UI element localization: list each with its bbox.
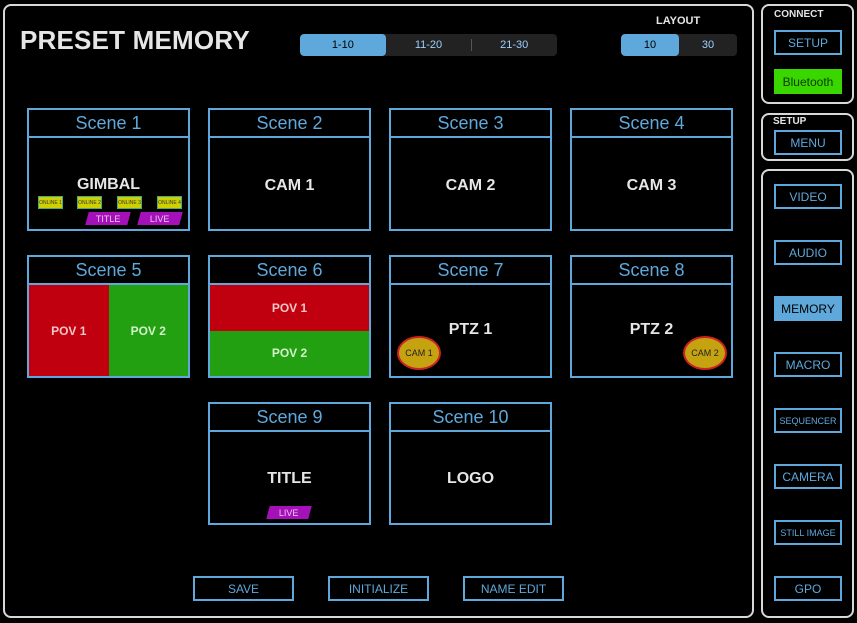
- scene-title: Scene 8: [572, 257, 731, 285]
- scene-body: CAM 2: [391, 138, 550, 229]
- tab-21-30[interactable]: 21-30: [471, 34, 557, 56]
- save-button[interactable]: SAVE: [193, 576, 294, 601]
- scene-body: POV 1 POV 2: [29, 285, 188, 376]
- scene-label: CAM 2: [445, 177, 496, 194]
- scene-title: Scene 6: [210, 257, 369, 285]
- scene-tile-9[interactable]: Scene 9 TITLE LIVE: [208, 402, 371, 525]
- online-badge-3: ONLINE 3: [117, 196, 142, 209]
- scene-title: Scene 7: [391, 257, 550, 285]
- tab-1-10[interactable]: 1-10: [300, 34, 386, 56]
- scene-tile-6[interactable]: Scene 6 POV 1 POV 2: [208, 255, 371, 378]
- nav-camera[interactable]: CAMERA: [774, 464, 842, 489]
- scene-label: CAM 3: [626, 177, 677, 194]
- nav-sequencer[interactable]: SEQUENCER: [774, 408, 842, 433]
- scene-title: Scene 3: [391, 110, 550, 138]
- tab-11-20[interactable]: 11-20: [386, 34, 472, 56]
- layout-tabs: 10 30: [621, 34, 737, 56]
- nav-gpo[interactable]: GPO: [774, 576, 842, 601]
- online-badge-4: ONLINE 4: [157, 196, 182, 209]
- layout-tab-10[interactable]: 10: [621, 34, 679, 56]
- layout-tab-30[interactable]: 30: [679, 34, 737, 56]
- scene-tile-3[interactable]: Scene 3 CAM 2: [389, 108, 552, 231]
- scene-tile-2[interactable]: Scene 2 CAM 1: [208, 108, 371, 231]
- scene-title: Scene 5: [29, 257, 188, 285]
- cam-badge: CAM 1: [397, 336, 441, 370]
- nav-still-image[interactable]: STILL IMAGE: [774, 520, 842, 545]
- scene-tile-5[interactable]: Scene 5 POV 1 POV 2: [27, 255, 190, 378]
- page-title: PRESET MEMORY: [20, 25, 250, 55]
- nav-panel: [761, 169, 854, 618]
- initialize-button[interactable]: INITIALIZE: [328, 576, 429, 601]
- scene-title: Scene 10: [391, 404, 550, 432]
- live-tag: LIVE: [266, 506, 312, 519]
- setup-label: SETUP: [773, 116, 807, 127]
- nav-memory[interactable]: MEMORY: [774, 296, 842, 321]
- scene-body: PTZ 1 CAM 1: [391, 285, 550, 376]
- pov-bottom: POV 2: [210, 330, 369, 376]
- scene-body: CAM 3: [572, 138, 731, 229]
- scene-label: GIMBAL: [76, 176, 141, 193]
- setup-button[interactable]: SETUP: [774, 30, 842, 55]
- live-tag: LIVE: [137, 212, 183, 225]
- scene-tile-4[interactable]: Scene 4 CAM 3: [570, 108, 733, 231]
- nav-macro[interactable]: MACRO: [774, 352, 842, 377]
- scene-title: Scene 1: [29, 110, 188, 138]
- split-horizontal: POV 1 POV 2: [29, 285, 188, 376]
- scene-body: LOGO: [391, 432, 550, 523]
- split-vertical: POV 1 POV 2: [210, 285, 369, 376]
- nav-audio[interactable]: AUDIO: [774, 240, 842, 265]
- scene-body: PTZ 2 CAM 2: [572, 285, 731, 376]
- scene-label: TITLE: [267, 470, 312, 487]
- bluetooth-button[interactable]: Bluetooth: [774, 69, 842, 94]
- scene-label: LOGO: [446, 470, 495, 487]
- scene-title: Scene 9: [210, 404, 369, 432]
- scene-tile-7[interactable]: Scene 7 PTZ 1 CAM 1: [389, 255, 552, 378]
- scene-title: Scene 2: [210, 110, 369, 138]
- scene-title: Scene 4: [572, 110, 731, 138]
- cam-badge: CAM 2: [683, 336, 727, 370]
- scene-label: CAM 1: [264, 177, 315, 194]
- pov-right: POV 2: [108, 285, 188, 376]
- page-range-tabs: 1-10 11-20 21-30: [300, 34, 557, 56]
- pov-top: POV 1: [210, 285, 369, 331]
- name-edit-button[interactable]: NAME EDIT: [463, 576, 564, 601]
- online-badge-1: ONLINE 1: [38, 196, 63, 209]
- online-badge-2: ONLINE 2: [77, 196, 102, 209]
- scene-tile-1[interactable]: Scene 1 GIMBAL ONLINE 1 ONLINE 2 ONLINE …: [27, 108, 190, 231]
- menu-button[interactable]: MENU: [774, 130, 842, 155]
- scene-tile-8[interactable]: Scene 8 PTZ 2 CAM 2: [570, 255, 733, 378]
- scene-body: CAM 1: [210, 138, 369, 229]
- nav-video[interactable]: VIDEO: [774, 184, 842, 209]
- pov-left: POV 1: [29, 285, 109, 376]
- scene-tile-10[interactable]: Scene 10 LOGO: [389, 402, 552, 525]
- scene-body: POV 1 POV 2: [210, 285, 369, 376]
- title-tag: TITLE: [85, 212, 131, 225]
- connect-label: CONNECT: [774, 9, 824, 20]
- layout-label: LAYOUT: [656, 15, 701, 27]
